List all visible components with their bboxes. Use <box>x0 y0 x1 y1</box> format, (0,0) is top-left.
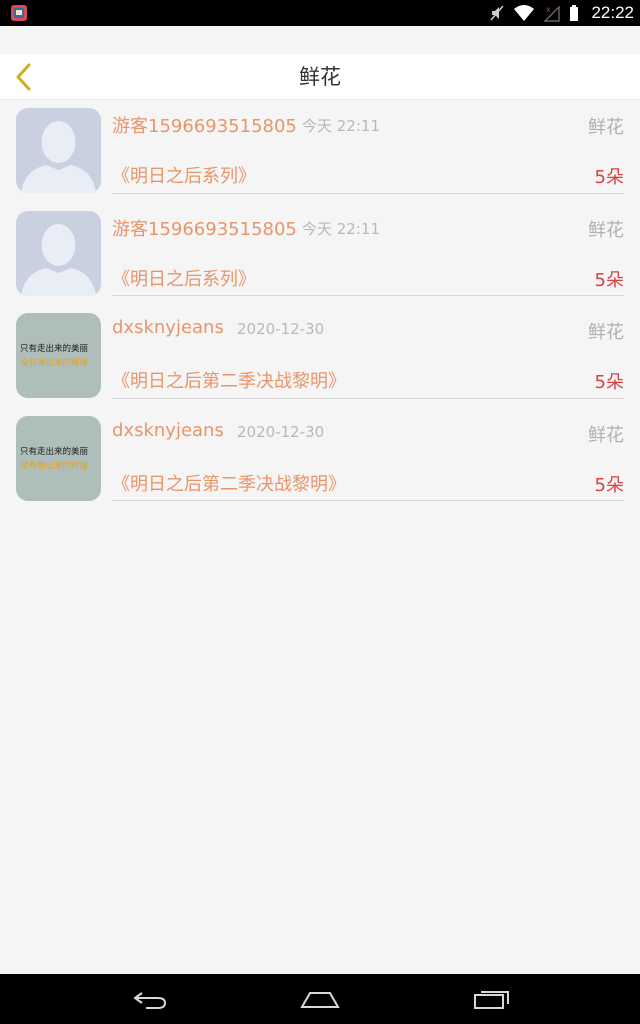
avatar[interactable] <box>16 108 101 193</box>
gift-type: 鲜花 <box>588 322 624 343</box>
wifi-icon <box>514 5 535 21</box>
page-title: 鲜花 <box>299 65 341 89</box>
home-nav-icon <box>300 992 340 1008</box>
book-title-link[interactable]: 《明日之后第二季决战黎明》 <box>112 367 346 393</box>
svg-text:x: x <box>546 5 551 14</box>
timestamp: 2020-12-30 <box>237 320 325 338</box>
system-nav-bar <box>0 974 640 1024</box>
nav-recents-button[interactable] <box>452 974 532 1024</box>
gift-count: 5朵 <box>594 474 624 496</box>
list-item-content: dxsknyjeans 2020-12-30 鲜花 《明日之后第二季决战黎明》 … <box>112 305 624 399</box>
list-item[interactable]: 游客1596693515805 今天 22:11 鲜花 《明日之后系列》 5朵 <box>0 100 640 203</box>
timestamp: 今天 22:11 <box>302 219 380 238</box>
gift-count: 5朵 <box>594 167 624 188</box>
timestamp: 2020-12-30 <box>237 422 325 441</box>
app-icon <box>11 5 27 21</box>
list-item-content: 游客1596693515805 今天 22:11 鲜花 《明日之后系列》 5朵 <box>112 100 624 194</box>
list-item-content: 游客1596693515805 今天 22:11 鲜花 《明日之后系列》 5朵 <box>112 203 624 296</box>
status-icons: x 22:22 <box>489 0 634 26</box>
gift-count: 5朵 <box>594 269 624 291</box>
timestamp: 今天 22:11 <box>302 117 380 135</box>
battery-icon <box>570 5 579 21</box>
nav-back-button[interactable] <box>110 974 190 1024</box>
recents-nav-icon <box>474 991 509 1009</box>
list-item[interactable]: 只有走出来的美丽 没有等出来的辉煌 dxsknyjeans 2020-12-30… <box>0 305 640 408</box>
avatar-text-line1: 只有走出来的美丽 <box>20 343 89 354</box>
image-avatar: 只有走出来的美丽 没有等出来的辉煌 <box>16 313 101 398</box>
nav-home-button[interactable] <box>280 974 360 1024</box>
gift-count: 5朵 <box>594 372 624 393</box>
avatar[interactable]: 只有走出来的美丽 没有等出来的辉煌 <box>16 415 101 501</box>
username[interactable]: 游客1596693515805 <box>112 112 297 138</box>
avatar[interactable]: 只有走出来的美丽 没有等出来的辉煌 <box>16 313 101 398</box>
username[interactable]: 游客1596693515805 <box>112 215 297 241</box>
header-spacer <box>0 26 640 54</box>
gift-type: 鲜花 <box>588 117 624 138</box>
avatar[interactable] <box>16 210 101 296</box>
default-avatar-icon <box>16 210 101 296</box>
status-time: 22:22 <box>591 3 634 22</box>
gift-type: 鲜花 <box>588 219 624 241</box>
status-bar: x 22:22 <box>0 0 640 26</box>
username[interactable]: dxsknyjeans <box>112 317 224 338</box>
list-item[interactable]: 只有走出来的美丽 没有等出来的辉煌 dxsknyjeans 2020-12-30… <box>0 408 640 511</box>
default-avatar-icon <box>16 108 101 193</box>
mute-icon <box>490 5 505 21</box>
avatar-text-line2: 没有等出来的辉煌 <box>20 357 89 368</box>
book-title-link[interactable]: 《明日之后第二季决战黎明》 <box>112 470 346 496</box>
book-title-link[interactable]: 《明日之后系列》 <box>112 265 256 291</box>
username[interactable]: dxsknyjeans <box>112 420 224 441</box>
gift-list: 游客1596693515805 今天 22:11 鲜花 《明日之后系列》 5朵 … <box>0 100 640 510</box>
book-title-link[interactable]: 《明日之后系列》 <box>112 162 256 188</box>
list-item[interactable]: 游客1596693515805 今天 22:11 鲜花 《明日之后系列》 5朵 <box>0 203 640 306</box>
avatar-text-line1: 只有走出来的美丽 <box>20 446 89 457</box>
no-signal-icon: x <box>544 5 561 22</box>
header: 鲜花 <box>0 54 640 100</box>
list-item-content: dxsknyjeans 2020-12-30 鲜花 《明日之后第二季决战黎明》 … <box>112 408 624 501</box>
avatar-text-line2: 没有等出来的辉煌 <box>20 460 89 471</box>
gift-type: 鲜花 <box>588 424 624 446</box>
back-nav-icon <box>133 992 167 1009</box>
image-avatar: 只有走出来的美丽 没有等出来的辉煌 <box>16 415 101 501</box>
